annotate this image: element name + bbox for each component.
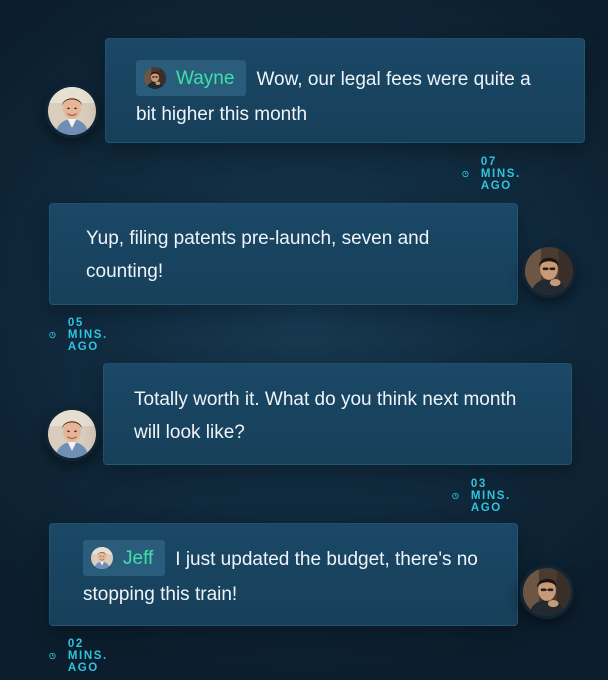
timestamp-text: 02 MINS. AGO <box>67 638 108 674</box>
mention-tag[interactable]: Wayne <box>136 60 247 96</box>
message-bubble: Wayne Wow, our legal fees were quite a b… <box>105 38 585 143</box>
timestamp-text: 07 MINS. AGO <box>480 156 521 192</box>
mention-name: Wayne <box>176 67 235 89</box>
mention-tag[interactable]: Jeff <box>83 540 166 576</box>
timestamp-text: 03 MINS. AGO <box>470 478 511 514</box>
timestamp-text: 05 MINS. AGO <box>67 317 108 353</box>
clock-icon <box>49 652 56 660</box>
timestamp: 05 MINS. AGO <box>49 317 115 353</box>
message-bubble: Totally worth it. What do you think next… <box>103 363 572 465</box>
clock-icon <box>49 331 56 339</box>
wayne-avatar[interactable] <box>45 407 99 461</box>
timestamp: 03 MINS. AGO <box>452 478 518 514</box>
timestamp: 02 MINS. AGO <box>49 638 115 674</box>
wayne-avatar[interactable] <box>45 84 99 138</box>
jeff-avatar[interactable] <box>520 565 574 619</box>
timestamp: 07 MINS. AGO <box>462 156 528 192</box>
message-bubble: Jeff I just updated the budget, there's … <box>49 523 518 626</box>
message-bubble: Yup, filing patents pre-launch, seven an… <box>49 203 518 305</box>
mention-avatar-icon <box>91 547 113 569</box>
jeff-avatar[interactable] <box>522 244 576 298</box>
mention-avatar-icon <box>144 67 166 89</box>
clock-icon <box>462 170 469 178</box>
message-text: Totally worth it. What do you think next… <box>134 389 517 443</box>
clock-icon <box>452 492 459 500</box>
mention-name: Jeff <box>123 547 154 569</box>
message-text: Yup, filing patents pre-launch, seven an… <box>86 228 430 282</box>
